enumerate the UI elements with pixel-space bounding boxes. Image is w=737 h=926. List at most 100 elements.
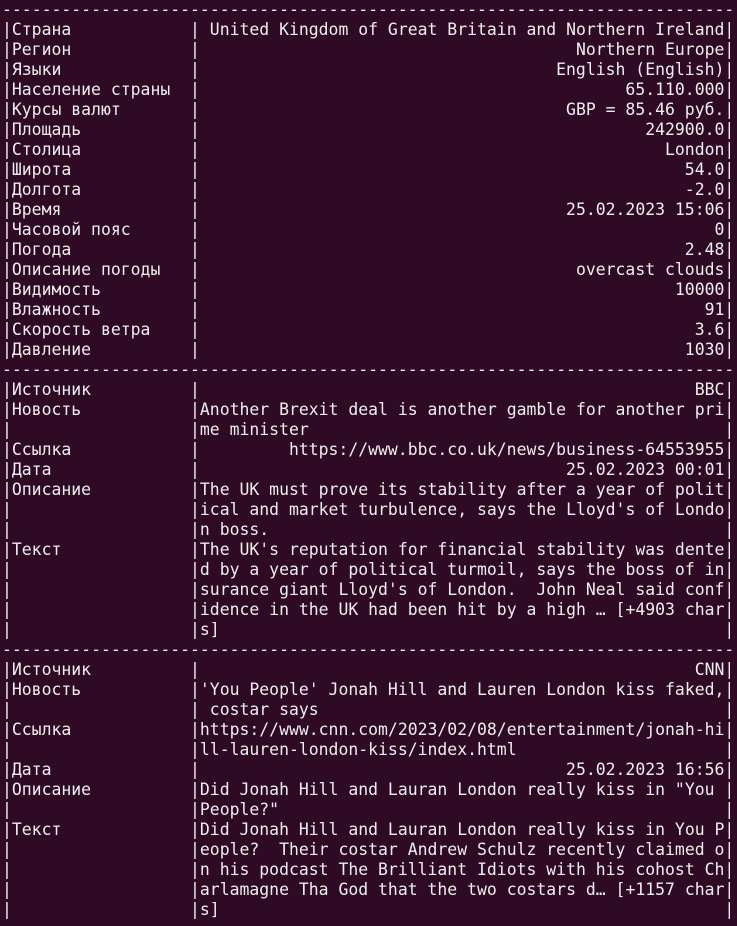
border-pipe: | (724, 660, 735, 679)
table-row: | Описание | Did Jonah Hill and Lauran Lond… (2, 780, 735, 820)
row-label: Описание погоды (11, 260, 161, 279)
row-continuation-line: | | me minister | (2, 420, 735, 440)
border-pipe: | (724, 40, 735, 59)
border-pipe: | (2, 660, 12, 679)
border-pipe: | (190, 540, 200, 559)
row-line: | Новость | 'You People' Jonah Hill and Lau… (2, 680, 735, 700)
border-pipe: | (190, 780, 200, 799)
border-pipe: | (2, 340, 12, 359)
table-row: | Площадь | 242900.0 | (2, 120, 735, 140)
border-pipe: | (2, 680, 12, 699)
row-value: https://www.cnn.com/2023/02/08/entertain… (199, 720, 725, 739)
border-pipe: | (190, 560, 200, 579)
row-value: s] (199, 900, 220, 919)
border-pipe: | (724, 860, 735, 879)
border-pipe: | (190, 460, 200, 479)
border-pipe: | (190, 900, 200, 919)
separator-line: ----------------------------------------… (2, 360, 735, 379)
table-row: | Погода | 2.48 | (2, 240, 735, 260)
border-pipe: | (724, 380, 735, 399)
row-continuation-line: | | idence in the UK had been hit by a hig… (2, 600, 735, 620)
row-label (12, 800, 190, 820)
row-value: English (English) (556, 60, 725, 79)
border-pipe: | (2, 100, 12, 119)
row-continuation-line: | | People?" | (2, 800, 735, 820)
border-pipe: | (190, 20, 200, 39)
border-pipe: | (2, 180, 12, 199)
row-value: ll-lauren-london-kiss/index.html (199, 740, 517, 759)
border-pipe: | (190, 140, 200, 159)
row-label: Широта (11, 160, 72, 179)
row-value: 10000 (674, 280, 725, 299)
border-pipe: | (2, 60, 12, 79)
row-value: United Kingdom of Great Britain and Nort… (199, 20, 725, 39)
border-pipe: | (2, 620, 12, 639)
border-pipe: | (2, 880, 12, 899)
border-pipe: | (2, 460, 12, 479)
border-pipe: | (2, 140, 12, 159)
row-label (12, 620, 190, 640)
row-label (12, 420, 190, 440)
border-pipe: | (724, 700, 735, 719)
border-pipe: | (724, 260, 735, 279)
row-label (12, 900, 190, 920)
border-pipe: | (190, 280, 200, 299)
table-row: | Часовой пояс | 0 | (2, 220, 735, 240)
row-continuation-line: | | ical and market turbulence, says the L… (2, 500, 735, 520)
row-value: -2.0 (684, 180, 725, 199)
row-value: 2.48 (684, 240, 725, 259)
border-pipe: | (190, 880, 200, 899)
border-pipe: | (190, 800, 200, 819)
separator-line: ----------------------------------------… (2, 640, 735, 659)
border-pipe: | (724, 520, 735, 539)
country-info-table: | Страна | United Kingdom of Great Britain… (2, 20, 735, 360)
border-pipe: | (2, 480, 12, 499)
row-line: | Ссылка | https://www.cnn.com/2023/02/08/e… (2, 720, 735, 740)
table-row: | Курсы валют | GBP = 85.46 руб. | (2, 100, 735, 120)
row-line: | Описание | The UK must prove its stabilit… (2, 480, 735, 500)
border-pipe: | (2, 120, 12, 139)
border-pipe: | (2, 900, 12, 919)
border-pipe: | (724, 20, 735, 39)
row-value: Another Brexit deal is another gamble fo… (199, 400, 725, 419)
row-label: Описание (11, 480, 92, 499)
row-label (12, 880, 190, 900)
row-label (12, 740, 190, 760)
row-label (12, 860, 190, 880)
border-pipe: | (190, 740, 200, 759)
border-pipe: | (2, 420, 12, 439)
row-line: | Источник | BBC | (2, 380, 735, 400)
table-row: | Языки | English (English) | (2, 60, 735, 80)
row-value: 25.02.2023 00:01 (566, 460, 725, 479)
table-row: | Ссылка | https://www.cnn.com/2023/02/08/e… (2, 720, 735, 760)
row-label: Столица (11, 140, 82, 159)
row-label: Текст (11, 540, 62, 559)
table-row: | Новость | Another Brexit deal is another … (2, 400, 735, 440)
border-pipe: | (2, 740, 12, 759)
row-continuation-line: | | costar says | (2, 700, 735, 720)
border-pipe: | (190, 840, 200, 859)
row-value: 25.02.2023 15:06 (566, 200, 725, 219)
row-value: n his podcast The Brilliant Idiots with … (199, 860, 725, 879)
row-value: eople? Their costar Andrew Schulz recent… (199, 840, 725, 859)
row-value: 54.0 (684, 160, 725, 179)
row-line: | Языки | English (English) | (2, 60, 735, 80)
border-pipe: | (724, 840, 735, 859)
row-label: Влажность (11, 300, 101, 319)
border-pipe: | (724, 820, 735, 839)
border-pipe: | (724, 900, 735, 919)
border-pipe: | (2, 220, 12, 239)
border-pipe: | (724, 220, 735, 239)
border-pipe: | (190, 80, 200, 99)
row-label: Языки (11, 60, 62, 79)
border-pipe: | (724, 500, 735, 519)
border-pipe: | (724, 120, 735, 139)
border-pipe: | (190, 720, 200, 739)
table-row: | Описание погоды | overcast clouds | (2, 260, 735, 280)
row-label: Новость (11, 680, 82, 699)
border-pipe: | (2, 860, 12, 879)
border-pipe: | (724, 320, 735, 339)
row-label: Регион (11, 40, 72, 59)
border-pipe: | (190, 220, 200, 239)
row-label: Часовой пояс (11, 220, 131, 239)
